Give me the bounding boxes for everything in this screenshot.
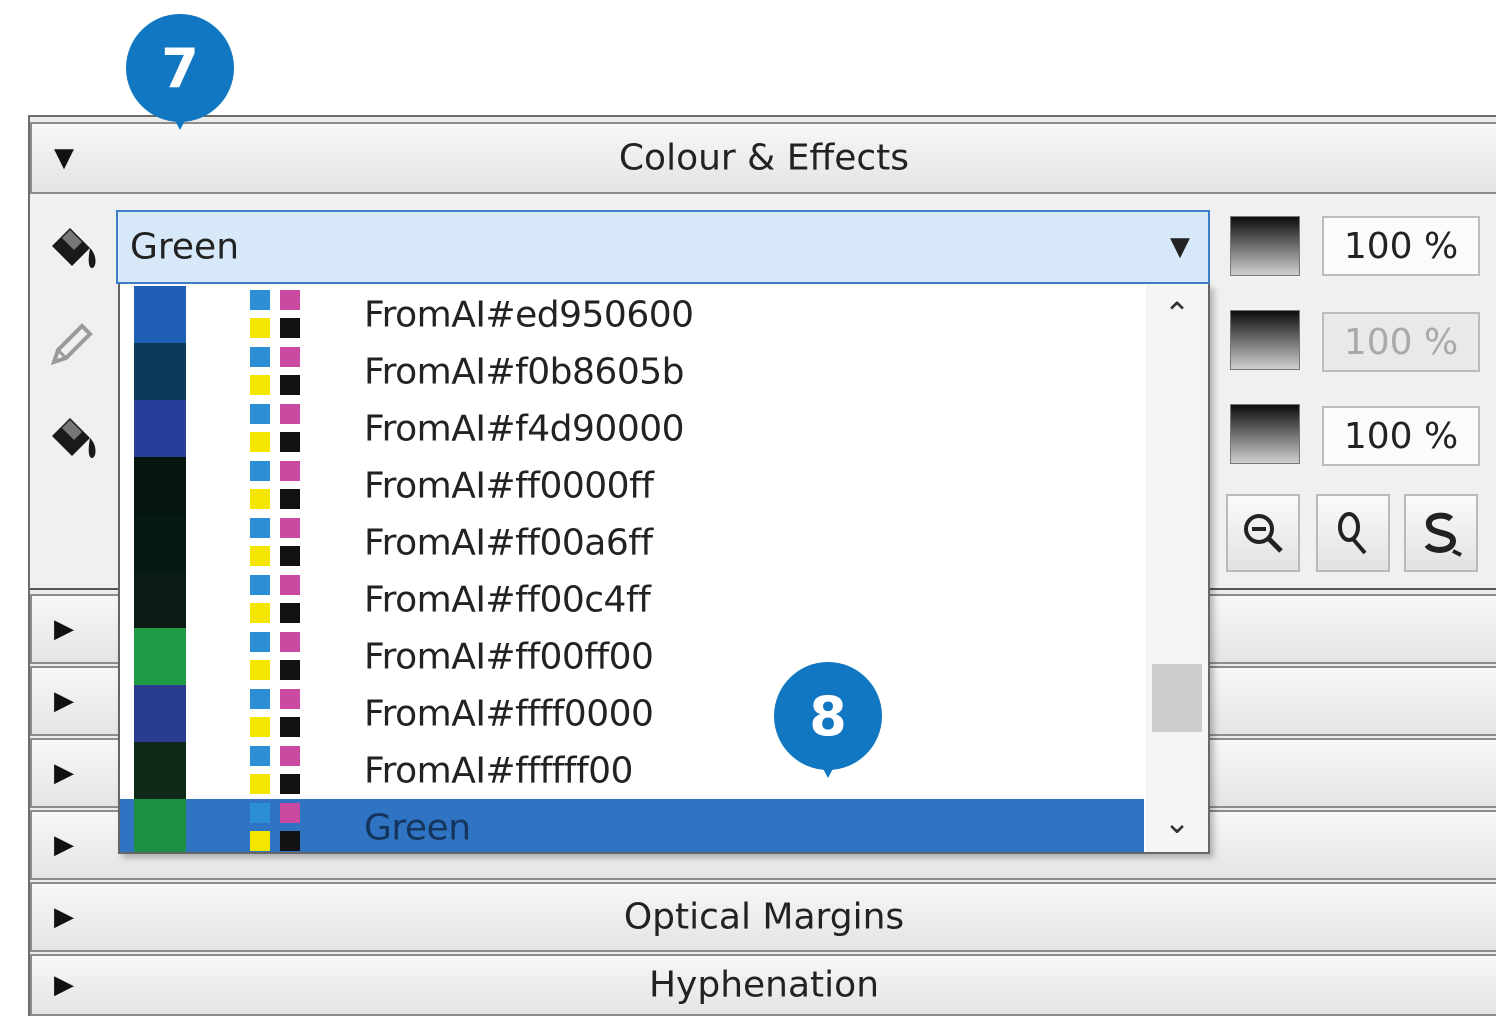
dropdown-item-label: Green [364, 807, 471, 848]
dropdown-item-label: FromAI#f4d90000 [364, 408, 685, 449]
scroll-down-icon[interactable]: ⌄ [1146, 792, 1208, 852]
cmyk-model-icon [250, 461, 304, 511]
dropdown-item[interactable]: FromAI#f4d90000 [120, 400, 1144, 457]
fill-opacity-value: 100 % [1343, 225, 1459, 267]
dropdown-item[interactable]: Green [120, 799, 1144, 852]
zoom-out-icon [1244, 514, 1283, 553]
callout-badge-7: 7 [126, 14, 234, 130]
optical-margins-header[interactable]: ▶ Optical Margins [30, 882, 1496, 952]
dropdown-item-label: FromAI#ff00c4ff [364, 579, 651, 620]
colour-swatch [134, 343, 186, 400]
optical-margins-title: Optical Margins [623, 896, 905, 938]
style-tool-button[interactable] [1404, 494, 1478, 572]
zoom-out-button[interactable] [1226, 494, 1300, 572]
dropdown-item[interactable]: FromAI#ed950600 [120, 286, 1144, 343]
dropdown-item[interactable]: FromAI#ff00a6ff [120, 514, 1144, 571]
fill-opacity-field[interactable]: 100 % [1322, 216, 1480, 276]
expand-arrow-icon[interactable]: ▶ [54, 686, 74, 716]
cmyk-model-icon [250, 290, 304, 340]
background-opacity-field[interactable]: 100 % [1322, 406, 1480, 466]
dropdown-item[interactable]: FromAI#ffffff00 [120, 742, 1144, 799]
colour-swatch [134, 286, 186, 343]
dropdown-item-label: FromAI#ff00a6ff [364, 522, 653, 563]
callout-badge-8: 8 [774, 662, 882, 778]
chevron-down-icon[interactable]: ▼ [1170, 232, 1190, 262]
cmyk-model-icon [250, 746, 304, 796]
magnifier-icon [1338, 512, 1367, 555]
cmyk-model-icon [250, 803, 304, 852]
fill-bucket-icon[interactable] [40, 214, 104, 278]
dropdown-scrollbar[interactable]: ⌃ ⌄ [1146, 284, 1208, 852]
colour-swatch [134, 685, 186, 742]
shade-swatch-stroke[interactable] [1230, 310, 1300, 370]
callout-pointer [812, 748, 844, 778]
background-opacity-value: 100 % [1343, 415, 1459, 457]
dropdown-item-label: FromAI#ffffff00 [364, 750, 633, 791]
dropdown-item-label: FromAI#f0b8605b [364, 351, 685, 392]
colour-swatch [134, 799, 186, 852]
colour-effects-header[interactable]: ▼ Colour & Effects [30, 122, 1496, 194]
cmyk-model-icon [250, 632, 304, 682]
colour-dropdown-list[interactable]: FromAI#ed950600 FromAI#f0b8605b FromAI#f4d… [118, 284, 1210, 854]
fill-colour-value: Green [130, 226, 240, 268]
shade-swatch-fill[interactable] [1230, 216, 1300, 276]
pencil-icon[interactable] [40, 312, 104, 376]
dropdown-item-label: FromAI#ed950600 [364, 294, 694, 335]
callout-pointer [164, 100, 196, 130]
colour-swatch [134, 514, 186, 571]
colour-swatch [134, 457, 186, 514]
hyphenation-title: Hyphenation [648, 964, 880, 1006]
search-tool-button[interactable] [1316, 494, 1390, 572]
cmyk-model-icon [250, 575, 304, 625]
expand-arrow-icon[interactable]: ▶ [54, 758, 74, 788]
dropdown-item[interactable]: FromAI#ff0000ff [120, 457, 1144, 514]
stroke-opacity-value: 100 % [1343, 321, 1459, 363]
cmyk-model-icon [250, 518, 304, 568]
shade-swatch-background[interactable] [1230, 404, 1300, 464]
dropdown-item-label: FromAI#ff0000ff [364, 465, 654, 506]
dropdown-item[interactable]: FromAI#ffff0000 [120, 685, 1144, 742]
expand-arrow-icon[interactable]: ▶ [54, 830, 74, 860]
hyphenation-header[interactable]: ▶ Hyphenation [30, 954, 1496, 1016]
dropdown-item[interactable]: FromAI#ff00c4ff [120, 571, 1144, 628]
screenshot: ▼ Colour & Effects 100 % 100 % 100 % ▶ ▶… [0, 0, 1496, 1016]
colour-effects-title: Colour & Effects [618, 137, 910, 179]
fill-bucket-secondary-icon[interactable] [40, 404, 104, 468]
s-shape-icon [1424, 512, 1462, 557]
expand-arrow-icon[interactable]: ▶ [54, 614, 74, 644]
colour-swatch [134, 571, 186, 628]
dropdown-item-label: FromAI#ffff0000 [364, 693, 654, 734]
scrollbar-thumb[interactable] [1152, 664, 1202, 732]
cmyk-model-icon [250, 404, 304, 454]
colour-swatch [134, 400, 186, 457]
dropdown-item[interactable]: FromAI#ff00ff00 [120, 628, 1144, 685]
colour-swatch [134, 628, 186, 685]
dropdown-item-label: FromAI#ff00ff00 [364, 636, 654, 677]
fill-colour-combobox[interactable]: Green ▼ [116, 210, 1210, 284]
cmyk-model-icon [250, 689, 304, 739]
dropdown-item[interactable]: FromAI#f0b8605b [120, 343, 1144, 400]
stroke-opacity-field: 100 % [1322, 312, 1480, 372]
colour-swatch [134, 742, 186, 799]
cmyk-model-icon [250, 347, 304, 397]
scroll-up-icon[interactable]: ⌃ [1146, 284, 1208, 344]
